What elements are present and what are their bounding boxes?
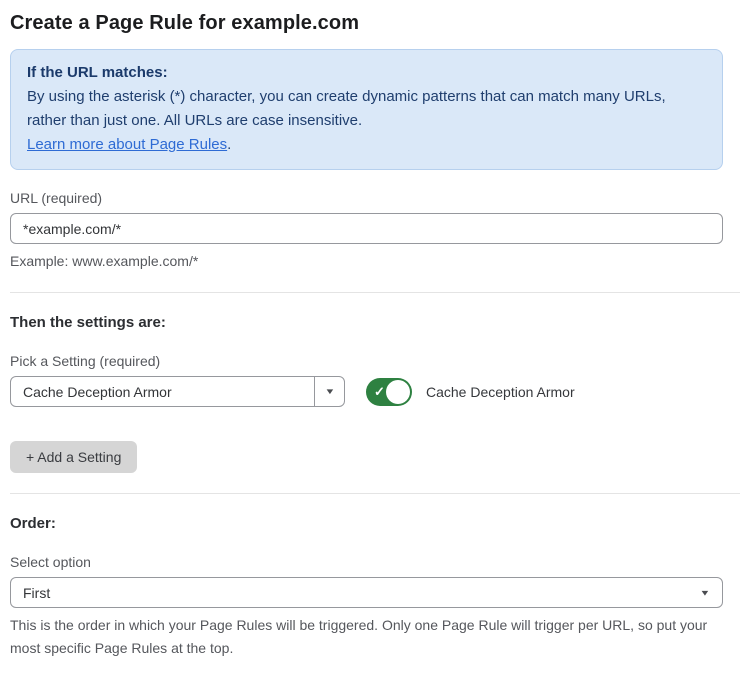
setting-toggle[interactable]: ✓ — [366, 378, 412, 406]
create-page-rule-form: Create a Page Rule for example.com If th… — [0, 0, 750, 679]
order-select-value: First — [23, 585, 50, 601]
order-select-label: Select option — [10, 554, 723, 570]
learn-more-link[interactable]: Learn more about Page Rules — [27, 136, 227, 153]
setting-toggle-label: Cache Deception Armor — [426, 384, 575, 400]
url-match-info-box: If the URL matches: By using the asteris… — [10, 49, 723, 170]
url-input[interactable] — [10, 213, 723, 244]
chevron-down-icon: ▼ — [699, 588, 710, 597]
info-box-body: By using the asterisk (*) character, you… — [27, 85, 699, 133]
url-field-helper: Example: www.example.com/* — [10, 251, 723, 272]
info-box-heading: If the URL matches: — [27, 61, 706, 85]
page-title: Create a Page Rule for example.com — [10, 12, 723, 35]
info-box-body-text: By using the asterisk (*) character, you… — [27, 88, 666, 129]
toggle-check-icon: ✓ — [374, 384, 385, 400]
setting-select-value: Cache Deception Armor — [11, 377, 314, 406]
info-box-link-line: Learn more about Page Rules. — [27, 133, 699, 157]
url-field-label: URL (required) — [10, 190, 723, 206]
toggle-knob — [386, 380, 410, 404]
divider — [10, 493, 740, 494]
setting-select[interactable]: Cache Deception Armor ▼ — [10, 376, 345, 407]
divider — [10, 292, 740, 293]
order-helper-text: This is the order in which your Page Rul… — [10, 614, 723, 660]
pick-setting-label: Pick a Setting (required) — [10, 353, 723, 369]
order-section-heading: Order: — [10, 515, 723, 532]
chevron-down-icon: ▼ — [324, 387, 335, 396]
order-select[interactable]: First ▼ — [10, 577, 723, 608]
add-setting-button[interactable]: + Add a Setting — [10, 441, 137, 473]
setting-row: Cache Deception Armor ▼ ✓ Cache Deceptio… — [10, 376, 723, 407]
setting-select-caret-button[interactable]: ▼ — [314, 377, 344, 406]
settings-section-heading: Then the settings are: — [10, 314, 723, 331]
link-suffix: . — [227, 136, 231, 153]
